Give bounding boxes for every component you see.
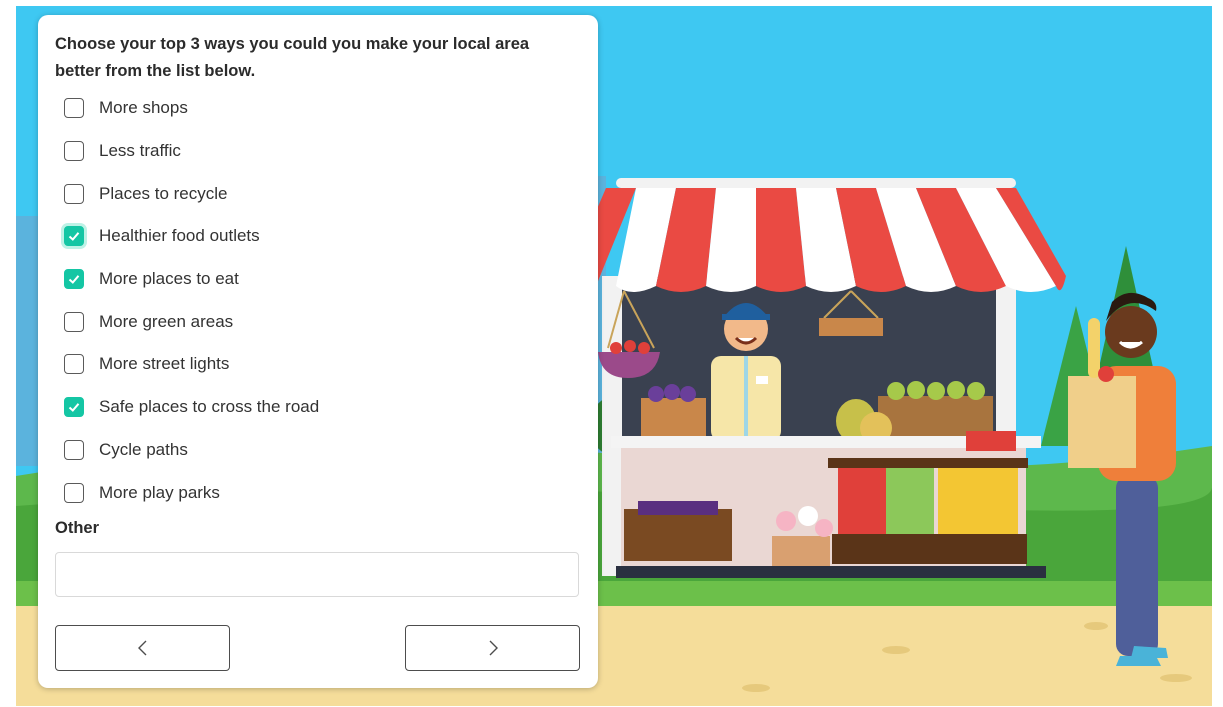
crate (819, 318, 883, 336)
option-label: More shops (99, 98, 188, 118)
option-label: More play parks (99, 482, 220, 502)
chevron-right-icon (489, 640, 498, 656)
tomatoes (838, 468, 886, 534)
checkmark-icon (68, 232, 80, 242)
option-more-shops[interactable]: More shops (64, 87, 319, 130)
checkmark-icon (68, 403, 80, 413)
option-more-street-lights[interactable]: More street lights (64, 343, 319, 386)
option-more-places-to-eat[interactable]: More places to eat (64, 258, 319, 301)
chevron-left-icon (137, 640, 146, 656)
option-label: More green areas (99, 311, 234, 331)
corn (938, 468, 1018, 534)
option-label: Safe places to cross the road (99, 397, 320, 417)
checkbox[interactable] (64, 482, 84, 503)
option-healthier-food-outlets[interactable]: Healthier food outlets (64, 215, 319, 258)
option-safe-places-to-cross-the-road[interactable]: Safe places to cross the road (64, 386, 319, 429)
crate (878, 396, 993, 436)
checkbox[interactable] (64, 183, 84, 204)
survey-card: Choose your top 3 ways you could you mak… (38, 15, 598, 688)
other-label: Other (55, 519, 100, 537)
checkbox[interactable] (64, 354, 84, 375)
options-list: More shops Less traffic Places to recycle H… (64, 87, 319, 514)
option-more-play-parks[interactable]: More play parks (64, 471, 319, 514)
option-label: More street lights (99, 354, 230, 374)
option-label: Cycle paths (99, 439, 188, 459)
next-button[interactable] (405, 625, 580, 671)
checkbox-checked[interactable] (64, 269, 84, 290)
checkbox-checked[interactable] (64, 397, 84, 418)
checkmark-icon (68, 275, 80, 285)
checkbox[interactable] (64, 311, 84, 332)
option-places-to-recycle[interactable]: Places to recycle (64, 172, 319, 215)
crate (641, 398, 706, 436)
checkbox-checked[interactable] (64, 226, 84, 247)
checkbox[interactable] (64, 98, 84, 119)
grocery-bag (1068, 376, 1136, 468)
option-label: Healthier food outlets (99, 226, 260, 246)
other-input[interactable] (55, 552, 579, 597)
crate (624, 509, 732, 561)
option-label: More places to eat (99, 269, 239, 289)
awning (566, 188, 1066, 292)
option-label: Places to recycle (99, 183, 228, 203)
option-label: Less traffic (99, 141, 181, 161)
question-text: Choose your top 3 ways you could you mak… (55, 35, 530, 80)
checkbox[interactable] (64, 141, 84, 162)
option-less-traffic[interactable]: Less traffic (64, 130, 319, 173)
option-more-green-areas[interactable]: More green areas (64, 300, 319, 343)
back-button[interactable] (55, 625, 230, 671)
cabbage (886, 468, 934, 534)
option-cycle-paths[interactable]: Cycle paths (64, 429, 319, 472)
checkbox[interactable] (64, 439, 84, 460)
